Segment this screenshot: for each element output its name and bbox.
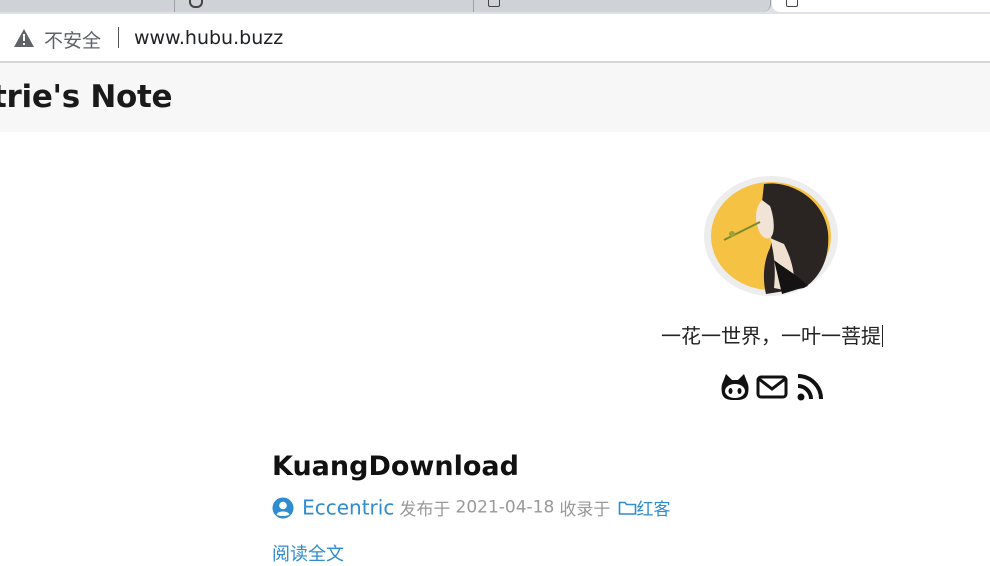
browser-tab[interactable]	[175, 0, 474, 12]
category-label: 收录于	[559, 500, 611, 520]
page-favicon-icon	[488, 0, 500, 7]
address-bar[interactable]: 不安全 www.hubu.buzz	[0, 14, 990, 63]
email-icon[interactable]	[756, 372, 788, 402]
page-favicon-icon	[786, 0, 798, 7]
address-separator	[118, 27, 119, 48]
url-text[interactable]: www.hubu.buzz	[134, 27, 283, 49]
post-meta: Eccentric 发布于 2021-04-18 收录于 红客	[272, 495, 671, 523]
post-title[interactable]: KuangDownload	[272, 451, 519, 482]
security-status-label[interactable]: 不安全	[44, 26, 101, 53]
avatar	[704, 176, 838, 296]
profile-motto: 一花一世界，一叶一菩提	[661, 320, 883, 349]
github-favicon-icon	[189, 0, 203, 8]
motto-text: 一花一世界，一叶一菩提	[661, 324, 881, 348]
post-category-link[interactable]: 红客	[637, 500, 671, 520]
folder-icon	[618, 501, 636, 515]
site-header: trie's Note	[0, 63, 990, 132]
browser-tab-strip	[0, 0, 990, 14]
github-icon[interactable]	[720, 372, 750, 402]
browser-tab-active[interactable]	[772, 0, 990, 12]
published-label: 发布于	[399, 500, 451, 520]
post-author-link[interactable]: Eccentric	[302, 496, 394, 520]
site-title[interactable]: trie's Note	[0, 79, 173, 115]
user-circle-icon	[272, 497, 294, 518]
post-date: 2021-04-18	[455, 497, 555, 518]
rss-icon[interactable]	[796, 372, 824, 402]
read-more-link[interactable]: 阅读全文	[272, 540, 344, 566]
warning-icon[interactable]	[14, 29, 34, 47]
typing-cursor	[882, 325, 883, 347]
browser-tab[interactable]	[474, 0, 771, 12]
browser-tab[interactable]	[0, 0, 175, 12]
